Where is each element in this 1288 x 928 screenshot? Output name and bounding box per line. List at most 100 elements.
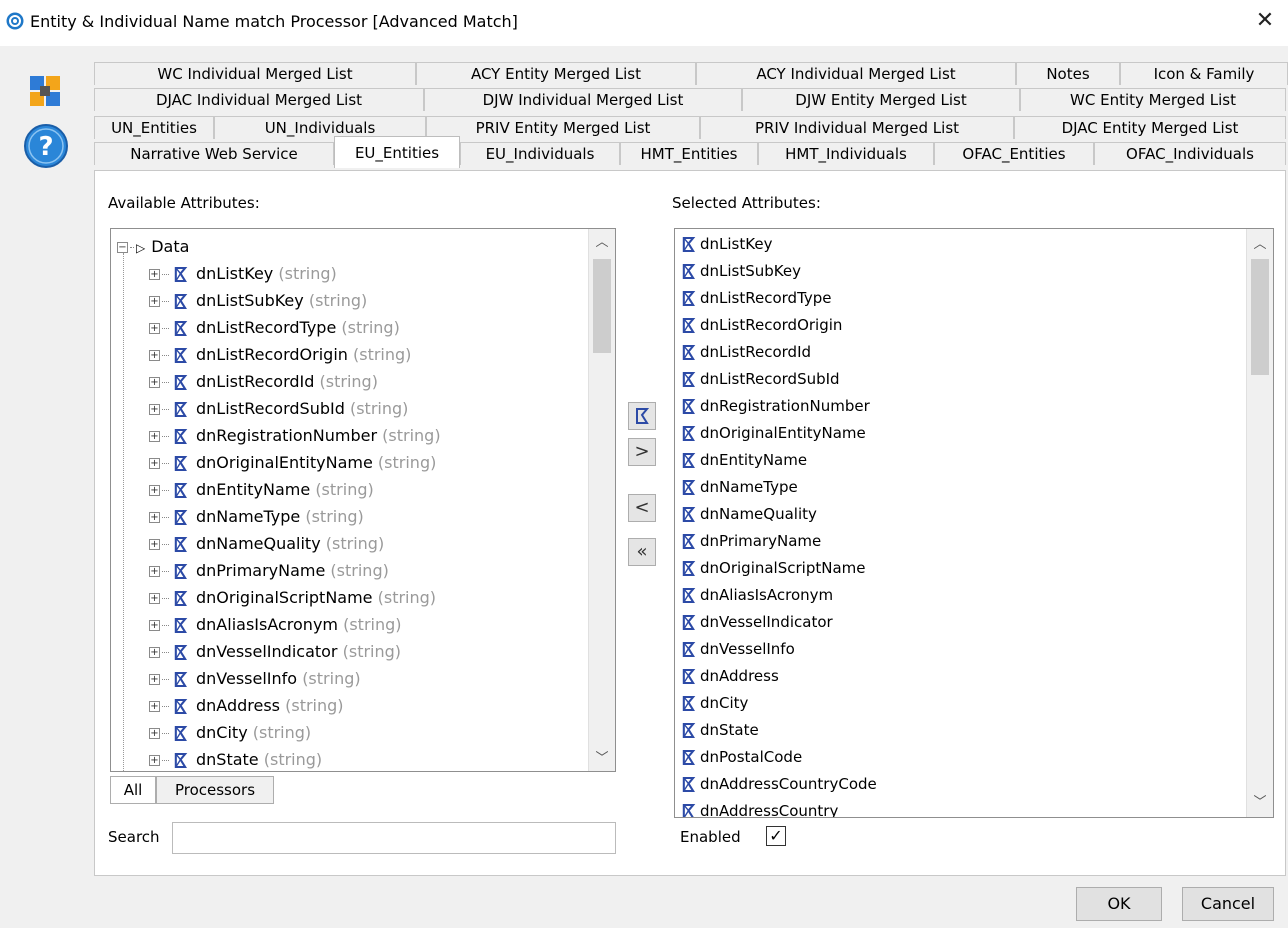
list-item[interactable]: dnNameQuality	[681, 501, 817, 528]
tab-eu-entities[interactable]: EU_Entities	[334, 136, 460, 168]
expand-icon[interactable]: +	[149, 593, 160, 604]
tab-djac-individual-merged-list[interactable]: DJAC Individual Merged List	[94, 88, 424, 111]
scroll-up-icon[interactable]: ︿	[1247, 235, 1273, 255]
tab-notes[interactable]: Notes	[1016, 62, 1120, 85]
list-item[interactable]: dnOriginalEntityName	[681, 420, 866, 447]
available-attributes-tree[interactable]: − ▷ Data + dnListKey (string) + dnListSubKey …	[110, 228, 616, 772]
list-item[interactable]: dnAddressCountryCode	[681, 771, 877, 798]
expand-icon[interactable]: +	[149, 512, 160, 523]
list-item[interactable]: dnPrimaryName	[681, 528, 821, 555]
list-item[interactable]: dnListSubKey	[681, 258, 801, 285]
tab-djac-entity-merged-list[interactable]: DJAC Entity Merged List	[1014, 116, 1286, 139]
expand-icon[interactable]: +	[149, 701, 160, 712]
tree-item[interactable]: + dnOriginalEntityName (string)	[149, 449, 436, 476]
subtab-all[interactable]: All	[110, 776, 156, 804]
expand-icon[interactable]: +	[149, 323, 160, 334]
expand-icon[interactable]: +	[149, 674, 160, 685]
list-item[interactable]: dnPostalCode	[681, 744, 802, 771]
tab-ofac-individuals[interactable]: OFAC_Individuals	[1094, 142, 1286, 165]
tab-priv-entity-merged-list[interactable]: PRIV Entity Merged List	[426, 116, 700, 139]
list-item[interactable]: dnNameType	[681, 474, 798, 501]
list-item[interactable]: dnOriginalScriptName	[681, 555, 865, 582]
tree-item[interactable]: + dnVesselIndicator (string)	[149, 638, 401, 665]
list-item[interactable]: dnListRecordSubId	[681, 366, 840, 393]
tab-hmt-individuals[interactable]: HMT_Individuals	[758, 142, 934, 165]
tab-wc-entity-merged-list[interactable]: WC Entity Merged List	[1020, 88, 1286, 111]
remove-all-button[interactable]: «	[628, 538, 656, 566]
list-item[interactable]: dnRegistrationNumber	[681, 393, 870, 420]
list-item[interactable]: dnAddressCountry	[681, 798, 838, 817]
tab-hmt-entities[interactable]: HMT_Entities	[620, 142, 758, 165]
expand-icon[interactable]: +	[149, 485, 160, 496]
ok-button[interactable]: OK	[1076, 887, 1162, 921]
tab-narrative-web-service[interactable]: Narrative Web Service	[94, 142, 334, 165]
cancel-button[interactable]: Cancel	[1182, 887, 1274, 921]
tree-item[interactable]: + dnListRecordSubId (string)	[149, 395, 408, 422]
tree-item[interactable]: + dnOriginalScriptName (string)	[149, 584, 436, 611]
tree-item[interactable]: + dnAliasIsAcronym (string)	[149, 611, 402, 638]
list-item[interactable]: dnAliasIsAcronym	[681, 582, 833, 609]
move-right-button[interactable]: >	[628, 438, 656, 466]
close-icon[interactable]: ✕	[1252, 8, 1278, 34]
expand-icon[interactable]: +	[149, 620, 160, 631]
list-item[interactable]: dnVesselIndicator	[681, 609, 833, 636]
expand-icon[interactable]: +	[149, 647, 160, 658]
expand-icon[interactable]: +	[149, 296, 160, 307]
tree-item[interactable]: + dnState (string)	[149, 746, 322, 771]
selected-scrollbar[interactable]: ︿ ﹀	[1246, 229, 1273, 817]
tree-item[interactable]: + dnCity (string)	[149, 719, 311, 746]
list-item[interactable]: dnCity	[681, 690, 748, 717]
search-input[interactable]	[172, 822, 616, 854]
tree-item[interactable]: + dnVesselInfo (string)	[149, 665, 361, 692]
tree-item[interactable]: + dnListRecordOrigin (string)	[149, 341, 411, 368]
scroll-down-icon[interactable]: ﹀	[589, 749, 615, 769]
tab-acy-entity-merged-list[interactable]: ACY Entity Merged List	[416, 62, 696, 85]
tree-item[interactable]: + dnAddress (string)	[149, 692, 344, 719]
expand-icon[interactable]: +	[149, 269, 160, 280]
list-item[interactable]: dnListRecordId	[681, 339, 811, 366]
tab-wc-individual-merged-list[interactable]: WC Individual Merged List	[94, 62, 416, 85]
tab-icon-family[interactable]: Icon & Family	[1120, 62, 1288, 85]
scroll-thumb[interactable]	[1251, 259, 1269, 375]
expand-icon[interactable]: +	[149, 404, 160, 415]
tab-ofac-entities[interactable]: OFAC_Entities	[934, 142, 1094, 165]
scroll-thumb[interactable]	[593, 259, 611, 353]
list-item[interactable]: dnState	[681, 717, 759, 744]
tab-priv-individual-merged-list[interactable]: PRIV Individual Merged List	[700, 116, 1014, 139]
tree-item[interactable]: + dnListRecordType (string)	[149, 314, 400, 341]
tab-djw-entity-merged-list[interactable]: DJW Entity Merged List	[742, 88, 1020, 111]
subtab-processors[interactable]: Processors	[156, 776, 274, 804]
tab-djw-individual-merged-list[interactable]: DJW Individual Merged List	[424, 88, 742, 111]
list-item[interactable]: dnVesselInfo	[681, 636, 795, 663]
list-item[interactable]: dnListRecordType	[681, 285, 832, 312]
tree-item[interactable]: + dnNameType (string)	[149, 503, 364, 530]
list-item[interactable]: dnAddress	[681, 663, 779, 690]
available-scrollbar[interactable]: ︿ ﹀	[588, 229, 615, 771]
expand-icon[interactable]: +	[149, 377, 160, 388]
tab-un-entities[interactable]: UN_Entities	[94, 116, 214, 139]
enabled-checkbox[interactable]: ✓	[766, 826, 786, 846]
selected-attributes-list[interactable]: dnListKey dnListSubKey dnListRecordType dnL…	[674, 228, 1274, 818]
list-item[interactable]: dnEntityName	[681, 447, 807, 474]
expand-icon[interactable]: +	[149, 350, 160, 361]
tree-item[interactable]: + dnRegistrationNumber (string)	[149, 422, 441, 449]
tree-item[interactable]: + dnListSubKey (string)	[149, 287, 367, 314]
expand-icon[interactable]: +	[149, 566, 160, 577]
expand-icon[interactable]: +	[149, 458, 160, 469]
list-item[interactable]: dnListRecordOrigin	[681, 312, 842, 339]
tree-item[interactable]: + dnListRecordId (string)	[149, 368, 378, 395]
tree-item[interactable]: + dnEntityName (string)	[149, 476, 374, 503]
collapse-icon[interactable]: −	[117, 242, 128, 253]
expand-icon[interactable]: +	[149, 431, 160, 442]
tree-item[interactable]: + dnNameQuality (string)	[149, 530, 384, 557]
add-attribute-button[interactable]	[628, 402, 656, 430]
tab-eu-individuals[interactable]: EU_Individuals	[460, 142, 620, 165]
list-item[interactable]: dnListKey	[681, 231, 772, 258]
expand-icon[interactable]: +	[149, 539, 160, 550]
move-left-button[interactable]: <	[628, 494, 656, 522]
expand-icon[interactable]: +	[149, 728, 160, 739]
scroll-up-icon[interactable]: ︿	[589, 233, 615, 253]
help-question-icon[interactable]: ?	[22, 122, 70, 170]
tree-item[interactable]: + dnListKey (string)	[149, 260, 337, 287]
tab-acy-individual-merged-list[interactable]: ACY Individual Merged List	[696, 62, 1016, 85]
